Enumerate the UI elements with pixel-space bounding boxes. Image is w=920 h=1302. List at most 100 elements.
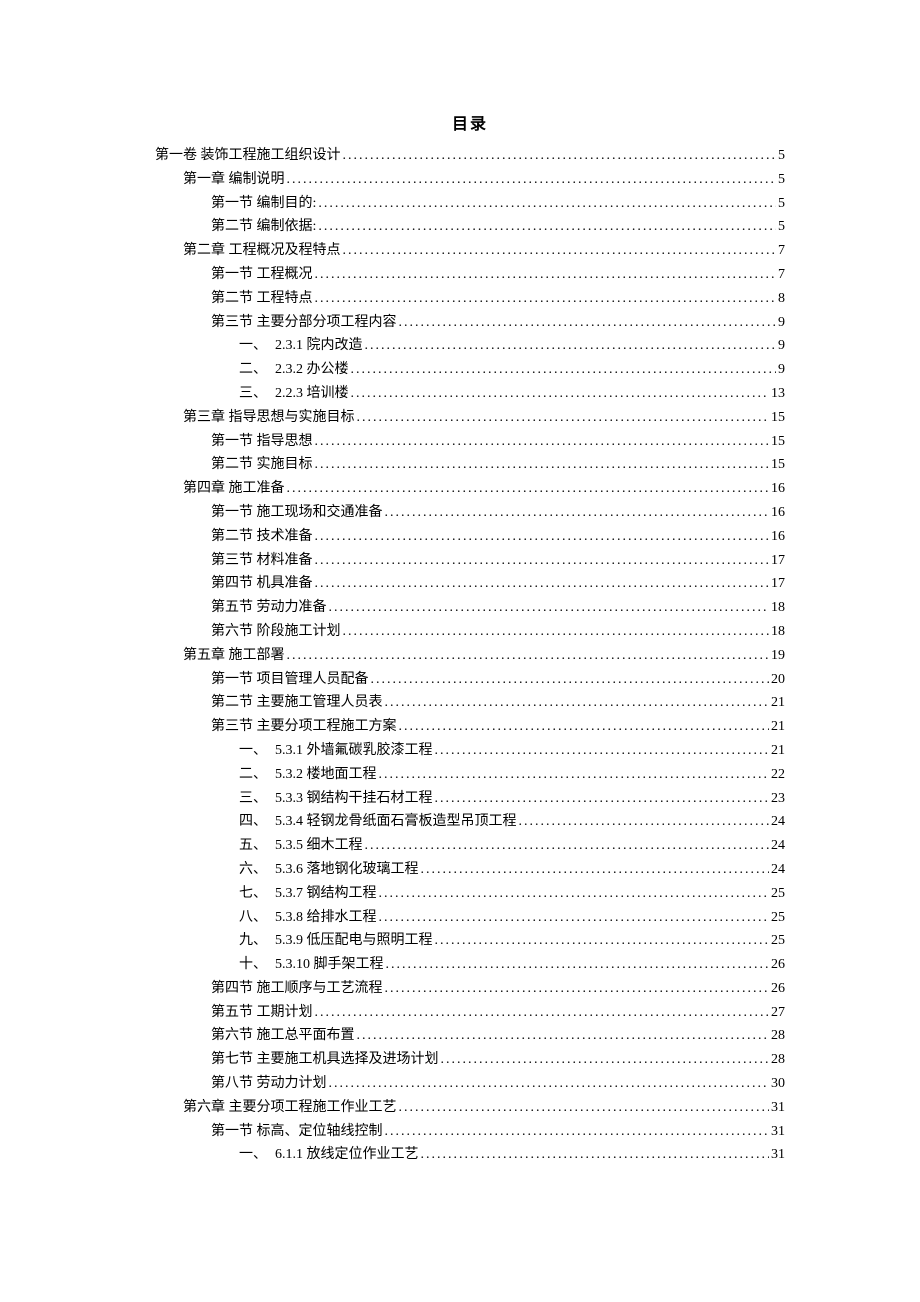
toc-entry-text: 第二节 编制依据:	[211, 219, 316, 234]
toc-dot-leader	[351, 382, 770, 406]
toc-entry: 十、5.3.10 脚手架工程26	[155, 953, 785, 977]
toc-entry-label: 第五节 劳动力准备	[211, 596, 327, 620]
toc-entry-prefix: 九、	[239, 929, 275, 953]
toc-entry-label: 第四章 施工准备	[183, 477, 285, 501]
toc-entry-text: 第二节 技术准备	[211, 529, 313, 544]
toc-entry: 第一章 编制说明5	[155, 168, 785, 192]
toc-entry-page: 15	[771, 406, 785, 430]
toc-entry: 第二章 工程概况及程特点7	[155, 239, 785, 263]
toc-entry-label: 一、6.1.1 放线定位作业工艺	[239, 1143, 419, 1167]
toc-entry-page: 21	[771, 739, 785, 763]
toc-entry-text: 第一节 指导思想	[211, 434, 313, 449]
toc-entry-page: 18	[771, 620, 785, 644]
toc-entry-text: 第一节 编制目的:	[211, 196, 316, 211]
toc-entry-text: 第六节 施工总平面布置	[211, 1028, 355, 1043]
toc-entry: 第一节 指导思想 15	[155, 430, 785, 454]
toc-dot-leader	[315, 525, 770, 549]
toc-entry-label: 第一节 项目管理人员配备	[211, 668, 369, 692]
toc-entry-page: 31	[771, 1120, 785, 1144]
toc-entry-page: 9	[778, 311, 785, 335]
toc-dot-leader	[441, 1048, 770, 1072]
toc-dot-leader	[421, 858, 770, 882]
toc-entry-prefix: 二、	[239, 358, 275, 382]
toc-dot-leader	[399, 1096, 770, 1120]
toc-entry: 第六节 施工总平面布置 28	[155, 1024, 785, 1048]
toc-entry-label: 一、2.3.1 院内改造	[239, 334, 363, 358]
toc-entry-text: 第三节 主要分项工程施工方案	[211, 719, 397, 734]
toc-entry-label: 第八节 劳动力计划	[211, 1072, 327, 1096]
toc-dot-leader	[365, 334, 777, 358]
toc-entry-text: 5.3.8 给排水工程	[275, 910, 377, 925]
toc-entry: 第三节 主要分部分项工程内容9	[155, 311, 785, 335]
toc-entry-label: 第三节 材料准备	[211, 549, 313, 573]
toc-entry-page: 5	[778, 215, 785, 239]
toc-entry: 第六节 阶段施工计划 18	[155, 620, 785, 644]
toc-dot-leader	[315, 572, 770, 596]
toc-entry-prefix: 一、	[239, 1143, 275, 1167]
toc-entry-text: 第一节 工程概况	[211, 267, 313, 282]
toc-entry-text: 第一节 项目管理人员配备	[211, 672, 369, 687]
toc-dot-leader	[399, 311, 777, 335]
toc-dot-leader	[357, 406, 770, 430]
toc-entry-prefix: 五、	[239, 834, 275, 858]
toc-dot-leader	[315, 430, 770, 454]
toc-entry-page: 25	[771, 929, 785, 953]
toc-entry: 五、5.3.5 细木工程24	[155, 834, 785, 858]
toc-entry-prefix: 三、	[239, 382, 275, 406]
toc-entry: 第二节 主要施工管理人员表21	[155, 691, 785, 715]
toc-entry-text: 第一节 施工现场和交通准备	[211, 505, 383, 520]
toc-entry-page: 5	[778, 168, 785, 192]
toc-dot-leader	[315, 549, 770, 573]
toc-dot-leader	[287, 477, 770, 501]
toc-entry-text: 5.3.7 钢结构工程	[275, 886, 377, 901]
toc-entry: 四、5.3.4 轻钢龙骨纸面石膏板造型吊顶工程24	[155, 810, 785, 834]
toc-entry-text: 6.1.1 放线定位作业工艺	[275, 1147, 419, 1162]
toc-entry-label: 第五节 工期计划	[211, 1001, 313, 1025]
toc-entry: 一、2.3.1 院内改造9	[155, 334, 785, 358]
toc-dot-leader	[357, 1024, 770, 1048]
toc-entry-page: 21	[771, 715, 785, 739]
toc-entry-page: 9	[778, 358, 785, 382]
toc-entry-label: 第六章 主要分项工程施工作业工艺	[183, 1096, 397, 1120]
toc-dot-leader	[435, 787, 770, 811]
toc-entry-label: 一、5.3.1 外墙氟碳乳胶漆工程	[239, 739, 433, 763]
toc-entry-page: 28	[771, 1048, 785, 1072]
toc-entry-text: 第四节 施工顺序与工艺流程	[211, 981, 383, 996]
toc-entry: 第四节 施工顺序与工艺流程26	[155, 977, 785, 1001]
toc-entry-page: 16	[771, 477, 785, 501]
toc-dot-leader	[385, 691, 770, 715]
toc-entry-label: 第一卷 装饰工程施工组织设计	[155, 144, 341, 168]
toc-entry-text: 第七节 主要施工机具选择及进场计划	[211, 1052, 439, 1067]
toc-entry-label: 第四节 机具准备	[211, 572, 313, 596]
toc-entry-text: 5.3.2 楼地面工程	[275, 767, 377, 782]
toc-entry-page: 15	[771, 430, 785, 454]
toc-dot-leader	[385, 977, 770, 1001]
toc-entry-prefix: 七、	[239, 882, 275, 906]
toc-entry-label: 八、5.3.8 给排水工程	[239, 906, 377, 930]
toc-entry: 一、5.3.1 外墙氟碳乳胶漆工程 21	[155, 739, 785, 763]
toc-entry-text: 第六节 阶段施工计划	[211, 624, 341, 639]
toc-entry-label: 三、2.2.3 培训楼	[239, 382, 349, 406]
toc-entry: 第七节 主要施工机具选择及进场计划 28	[155, 1048, 785, 1072]
toc-entry-label: 第六节 阶段施工计划	[211, 620, 341, 644]
toc-entry: 第二节 编制依据: 5	[155, 215, 785, 239]
toc-entry-text: 第六章 主要分项工程施工作业工艺	[183, 1100, 397, 1115]
toc-dot-leader	[379, 763, 770, 787]
toc-entry: 第三节 材料准备17	[155, 549, 785, 573]
toc-entry-label: 第一节 标高、定位轴线控制	[211, 1120, 383, 1144]
toc-entry-label: 三、5.3.3 钢结构干挂石材工程	[239, 787, 433, 811]
toc-dot-leader	[329, 1072, 770, 1096]
toc-entry: 二、5.3.2 楼地面工程22	[155, 763, 785, 787]
toc-entry-prefix: 六、	[239, 858, 275, 882]
toc-entry-label: 二、5.3.2 楼地面工程	[239, 763, 377, 787]
toc-entry-page: 24	[771, 858, 785, 882]
toc-entry-text: 第二节 主要施工管理人员表	[211, 695, 383, 710]
toc-entry-text: 第三章 指导思想与实施目标	[183, 410, 355, 425]
toc-entry-label: 第二章 工程概况及程特点	[183, 239, 341, 263]
toc-entry-label: 第一节 施工现场和交通准备	[211, 501, 383, 525]
toc-entry: 六、5.3.6 落地钢化玻璃工程24	[155, 858, 785, 882]
toc-entry-page: 31	[771, 1096, 785, 1120]
toc-dot-leader	[421, 1143, 770, 1167]
toc-entry-page: 28	[771, 1024, 785, 1048]
toc-entry-page: 19	[771, 644, 785, 668]
